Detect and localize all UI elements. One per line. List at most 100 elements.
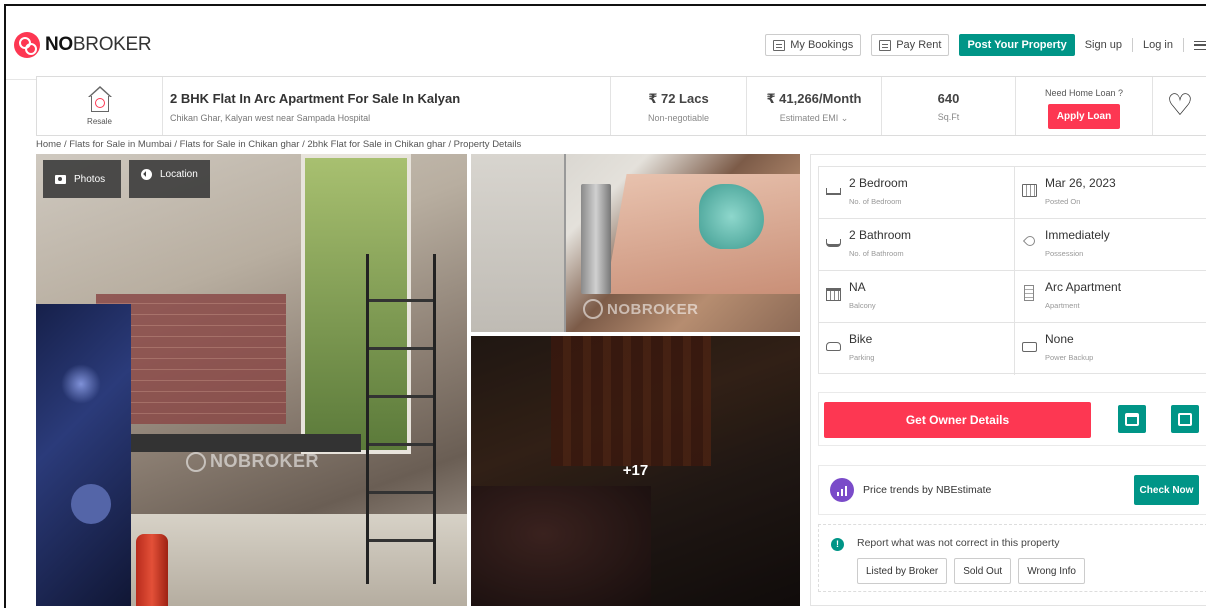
chat-button[interactable] (1171, 405, 1199, 433)
key-icon (1022, 233, 1038, 249)
top-navigation: NOBROKER My Bookings Pay Rent Post Your … (6, 6, 1206, 80)
fact-value: 2 Bedroom (849, 176, 908, 190)
shortlist-block: ♡ (1153, 77, 1206, 135)
fact-label: Balcony (849, 301, 876, 310)
fact-bedroom: 2 Bedroom No. of Bedroom (819, 167, 1015, 219)
fact-label: No. of Bedroom (849, 197, 902, 206)
my-bookings-button[interactable]: My Bookings (765, 34, 862, 56)
camera-icon (55, 174, 66, 184)
listed-by-broker-button[interactable]: Listed by Broker (857, 558, 948, 584)
info-icon: ! (831, 538, 844, 551)
power-backup-icon (1022, 342, 1037, 352)
pay-rent-button[interactable]: Pay Rent (871, 34, 950, 56)
fact-value: Arc Apartment (1045, 280, 1122, 294)
bookings-icon (773, 39, 786, 51)
my-bookings-label: My Bookings (790, 39, 854, 51)
trend-chart-icon (830, 478, 854, 502)
fact-value: Bike (849, 332, 873, 346)
sold-out-button[interactable]: Sold Out (954, 558, 1012, 584)
schedule-visit-button[interactable] (1118, 405, 1146, 433)
calendar-icon (1125, 412, 1139, 426)
fact-bathroom: 2 Bathroom No. of Bathroom (819, 219, 1015, 271)
card-icon (879, 39, 892, 51)
fact-value: None (1045, 332, 1074, 346)
check-now-button[interactable]: Check Now (1134, 475, 1199, 505)
fact-label: Possession (1045, 249, 1084, 258)
price-trend-box: Price trends by NBEstimate Check Now (818, 465, 1206, 515)
area-value: 640 (937, 91, 960, 106)
property-title: 2 BHK Flat In Arc Apartment For Sale In … (170, 91, 461, 106)
post-property-button[interactable]: Post Your Property (959, 34, 1075, 56)
area-block: 640 Sq.Ft (882, 77, 1016, 135)
apply-loan-button[interactable]: Apply Loan (1047, 104, 1121, 129)
logo-text: NOBROKER (45, 34, 152, 55)
post-property-label: Post Your Property (967, 39, 1067, 51)
property-header: Resale 2 BHK Flat In Arc Apartment For S… (36, 76, 1206, 136)
location-label: Location (160, 169, 198, 180)
nav-divider (1183, 38, 1184, 52)
fact-label: Apartment (1045, 301, 1080, 310)
property-address: Chikan Ghar, Kalyan west near Sampada Ho… (170, 113, 371, 123)
compass-icon (141, 169, 152, 180)
owner-actions: Get Owner Details (818, 392, 1206, 446)
chat-icon (1178, 412, 1192, 426)
resale-label: Resale (87, 117, 112, 126)
logo-icon (14, 32, 40, 58)
fact-balcony: NA Balcony (819, 271, 1015, 323)
home-loan-question: Need Home Loan ? (1044, 88, 1124, 98)
emi-block[interactable]: ₹ 41,266/Month Estimated EMI ⌄ (747, 77, 882, 135)
fact-possession: Immediately Possession (1015, 219, 1206, 271)
photo-thumbnail[interactable]: NOBROKER (471, 154, 800, 332)
watermark: NOBROKER (583, 299, 699, 319)
report-box: ! Report what was not correct in this pr… (818, 524, 1206, 592)
more-photos-count: +17 (622, 462, 649, 479)
nav-actions: My Bookings Pay Rent Post Your Property … (765, 34, 1206, 56)
fact-label: Power Backup (1045, 353, 1094, 362)
emi-dropdown[interactable]: Estimated EMI ⌄ (780, 113, 849, 124)
fact-value: 2 Bathroom (849, 228, 912, 242)
more-photos-thumbnail[interactable]: +17 (471, 336, 800, 606)
car-icon (826, 342, 841, 351)
heart-icon[interactable]: ♡ (1167, 91, 1194, 121)
fact-value: Mar 26, 2023 (1045, 176, 1116, 190)
fact-power-backup: None Power Backup (1015, 323, 1206, 375)
nav-divider (1132, 38, 1134, 52)
resale-badge: Resale (37, 77, 163, 135)
balcony-icon (826, 288, 841, 301)
get-owner-details-button[interactable]: Get Owner Details (824, 402, 1091, 438)
property-facts: 2 Bedroom No. of Bedroom Mar 26, 2023 Po… (818, 166, 1206, 375)
log-in-link[interactable]: Log in (1143, 39, 1173, 51)
fact-label: No. of Bathroom (849, 249, 904, 258)
fact-posted-on: Mar 26, 2023 Posted On (1015, 167, 1206, 219)
property-details-panel: 2 Bedroom No. of Bedroom Mar 26, 2023 Po… (810, 154, 1206, 606)
watermark: NOBROKER (186, 451, 319, 472)
building-icon (1024, 285, 1034, 301)
calendar-icon (1022, 184, 1037, 197)
page-frame: NOBROKER My Bookings Pay Rent Post Your … (4, 4, 1206, 608)
fact-value: NA (849, 280, 866, 294)
wrong-info-button[interactable]: Wrong Info (1018, 558, 1085, 584)
home-loan-block: Need Home Loan ? Apply Loan (1016, 77, 1153, 135)
breadcrumb[interactable]: Home / Flats for Sale in Mumbai / Flats … (36, 139, 521, 150)
fact-value: Immediately (1045, 228, 1110, 242)
photos-button[interactable]: Photos (43, 160, 121, 198)
area-unit: Sq.Ft (937, 112, 960, 122)
bathtub-icon (826, 239, 841, 247)
house-rupee-icon (85, 86, 115, 114)
pay-rent-label: Pay Rent (896, 39, 942, 51)
report-options: Listed by Broker Sold Out Wrong Info (857, 558, 1085, 584)
photos-label: Photos (74, 173, 106, 185)
sign-up-link[interactable]: Sign up (1085, 39, 1122, 51)
nobroker-logo[interactable]: NOBROKER (14, 32, 152, 58)
fact-parking: Bike Parking (819, 323, 1015, 375)
price-trend-text: Price trends by NBEstimate (863, 484, 992, 496)
fact-label: Posted On (1045, 197, 1081, 206)
location-button[interactable]: Location (129, 160, 210, 198)
main-photo[interactable]: NOBROKER Photos Location (36, 154, 467, 606)
price-note: Non-negotiable (647, 113, 710, 123)
report-text: Report what was not correct in this prop… (857, 537, 1060, 549)
property-title-block: 2 BHK Flat In Arc Apartment For Sale In … (163, 77, 611, 135)
emi-value: ₹ 41,266/Month (766, 91, 862, 106)
menu-icon[interactable] (1194, 40, 1206, 50)
fact-apartment: Arc Apartment Apartment (1015, 271, 1206, 323)
